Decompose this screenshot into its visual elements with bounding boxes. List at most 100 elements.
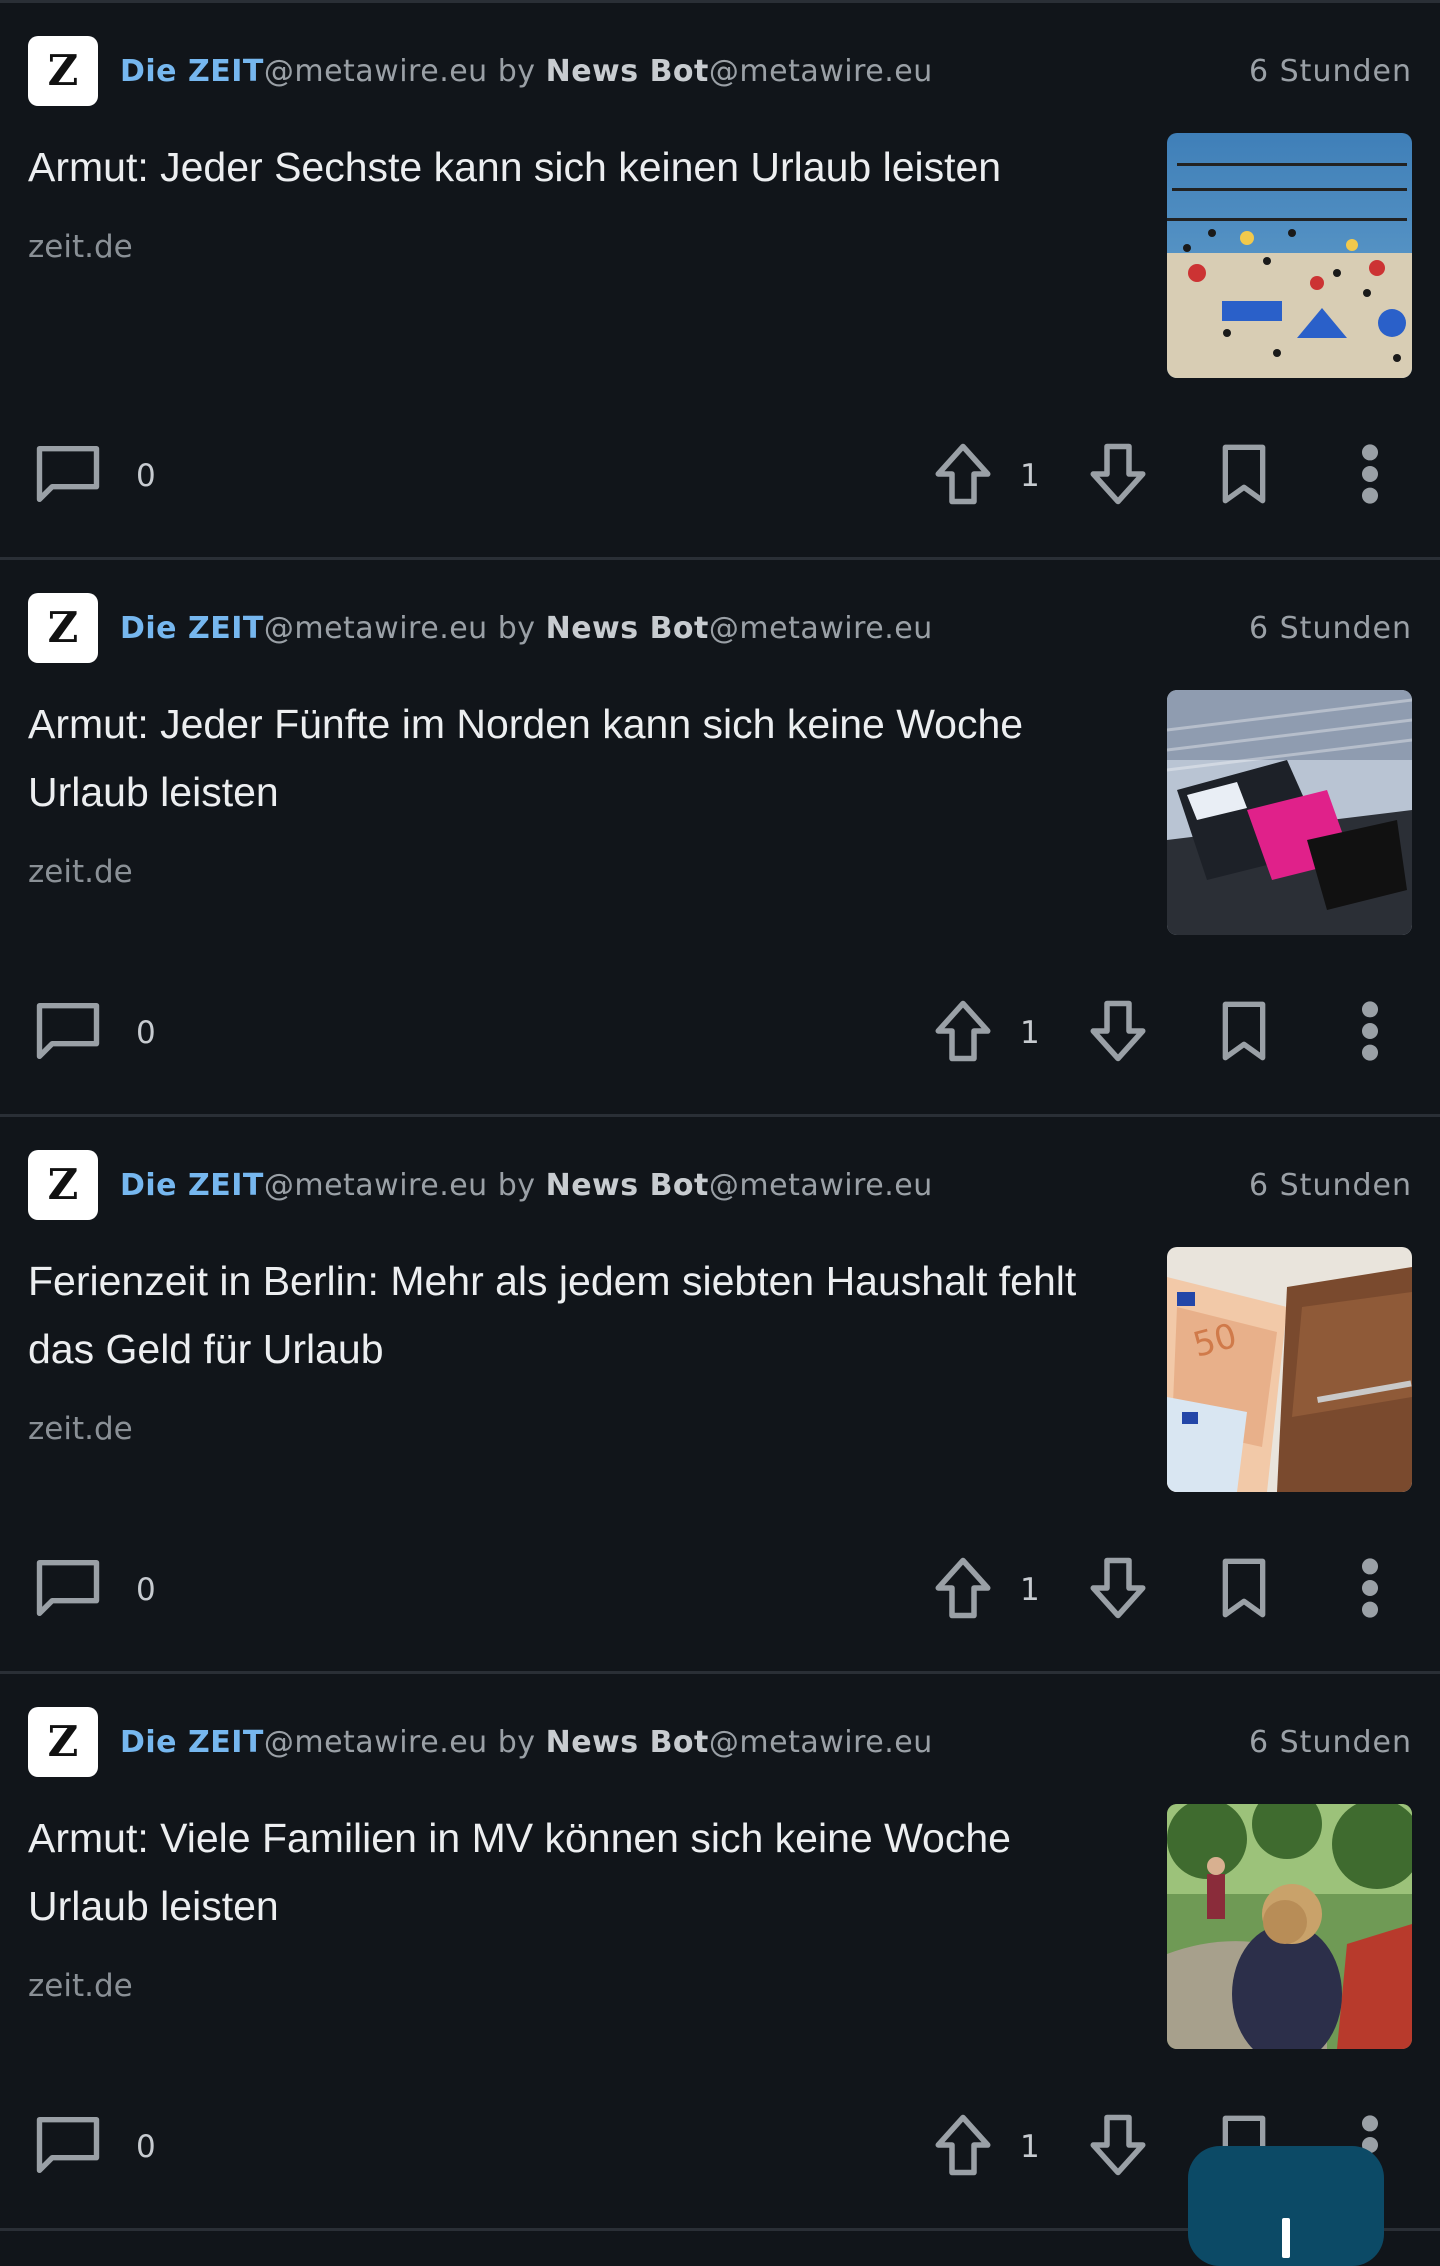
post-actions: 0 1 bbox=[0, 433, 1440, 519]
post-thumbnail[interactable] bbox=[1167, 1804, 1412, 2049]
comment-icon bbox=[30, 436, 106, 516]
bookmark-icon bbox=[1212, 994, 1276, 1072]
comments-button[interactable]: 0 bbox=[30, 1547, 156, 1633]
community-avatar[interactable]: Z bbox=[28, 1150, 98, 1220]
comment-count: 0 bbox=[136, 2129, 156, 2165]
downvote-button[interactable] bbox=[1085, 2104, 1151, 2190]
comments-button[interactable]: 0 bbox=[30, 990, 156, 1076]
upvote-button[interactable]: 1 bbox=[930, 1547, 1040, 1633]
comments-button[interactable]: 0 bbox=[30, 433, 156, 519]
post-time: 6 Stunden bbox=[1249, 1167, 1412, 1203]
post-header: Z Die ZEIT @metawire.eu by News Bot @metaw… bbox=[28, 1707, 1412, 1777]
post-byline: Die ZEIT @metawire.eu by News Bot @metawir… bbox=[120, 1150, 933, 1220]
author-name[interactable]: News Bot bbox=[546, 611, 709, 646]
bookmark-icon bbox=[1212, 1551, 1276, 1629]
downvote-arrow-icon bbox=[1085, 437, 1151, 515]
by-label: by bbox=[497, 53, 536, 89]
save-button[interactable] bbox=[1212, 1547, 1276, 1633]
post-domain[interactable]: zeit.de bbox=[28, 854, 133, 890]
post-card[interactable]: Z Die ZEIT @metawire.eu by News Bot @metaw… bbox=[0, 560, 1440, 1117]
comment-count: 0 bbox=[136, 458, 156, 494]
more-button[interactable] bbox=[1350, 433, 1390, 519]
upvote-arrow-icon bbox=[930, 437, 996, 515]
comments-button[interactable]: 0 bbox=[30, 2104, 156, 2190]
post-time: 6 Stunden bbox=[1249, 610, 1412, 646]
community-name[interactable]: Die ZEIT bbox=[120, 54, 264, 89]
upvote-count: 1 bbox=[1020, 1572, 1040, 1608]
comment-icon bbox=[30, 2107, 106, 2187]
comment-count: 0 bbox=[136, 1572, 156, 1608]
avatar-letter: Z bbox=[47, 603, 79, 652]
author-name[interactable]: News Bot bbox=[546, 1168, 709, 1203]
by-label: by bbox=[497, 1167, 536, 1203]
community-instance: @metawire.eu bbox=[263, 53, 488, 89]
post-time: 6 Stunden bbox=[1249, 53, 1412, 89]
post-domain[interactable]: zeit.de bbox=[28, 1968, 133, 2004]
comment-icon bbox=[30, 993, 106, 1073]
upvote-count: 1 bbox=[1020, 2129, 1040, 2165]
downvote-arrow-icon bbox=[1085, 994, 1151, 1072]
post-card[interactable]: Z Die ZEIT @metawire.eu by News Bot @metaw… bbox=[0, 1117, 1440, 1674]
author-instance: @metawire.eu bbox=[708, 53, 933, 89]
avatar-letter: Z bbox=[47, 46, 79, 95]
post-feed: Z Die ZEIT @metawire.eu by News Bot @metaw… bbox=[0, 0, 1440, 2231]
post-header: Z Die ZEIT @metawire.eu by News Bot @metaw… bbox=[28, 36, 1412, 106]
post-card[interactable]: Z Die ZEIT @metawire.eu by News Bot @metaw… bbox=[0, 3, 1440, 560]
community-instance: @metawire.eu bbox=[263, 610, 488, 646]
author-name[interactable]: News Bot bbox=[546, 54, 709, 89]
post-thumbnail[interactable] bbox=[1167, 690, 1412, 935]
plus-icon bbox=[1282, 2218, 1290, 2258]
upvote-arrow-icon bbox=[930, 994, 996, 1072]
upvote-button[interactable]: 1 bbox=[930, 990, 1040, 1076]
post-domain[interactable]: zeit.de bbox=[28, 1411, 133, 1447]
post-title[interactable]: Armut: Jeder Fünfte im Norden kann sich … bbox=[28, 690, 1118, 826]
community-name[interactable]: Die ZEIT bbox=[120, 1725, 264, 1760]
post-byline: Die ZEIT @metawire.eu by News Bot @metawir… bbox=[120, 36, 933, 106]
community-instance: @metawire.eu bbox=[263, 1167, 488, 1203]
by-label: by bbox=[497, 610, 536, 646]
author-instance: @metawire.eu bbox=[708, 610, 933, 646]
community-avatar[interactable]: Z bbox=[28, 593, 98, 663]
author-instance: @metawire.eu bbox=[708, 1724, 933, 1760]
upvote-button[interactable]: 1 bbox=[930, 433, 1040, 519]
bookmark-icon bbox=[1212, 437, 1276, 515]
post-actions: 0 1 bbox=[0, 990, 1440, 1076]
more-vertical-icon bbox=[1350, 994, 1390, 1072]
post-actions: 0 1 bbox=[0, 1547, 1440, 1633]
community-avatar[interactable]: Z bbox=[28, 36, 98, 106]
community-instance: @metawire.eu bbox=[263, 1724, 488, 1760]
save-button[interactable] bbox=[1212, 990, 1276, 1076]
community-name[interactable]: Die ZEIT bbox=[120, 1168, 264, 1203]
more-button[interactable] bbox=[1350, 990, 1390, 1076]
downvote-arrow-icon bbox=[1085, 2108, 1151, 2186]
more-button[interactable] bbox=[1350, 1547, 1390, 1633]
upvote-count: 1 bbox=[1020, 458, 1040, 494]
downvote-button[interactable] bbox=[1085, 990, 1151, 1076]
post-header: Z Die ZEIT @metawire.eu by News Bot @metaw… bbox=[28, 1150, 1412, 1220]
upvote-arrow-icon bbox=[930, 1551, 996, 1629]
author-name[interactable]: News Bot bbox=[546, 1725, 709, 1760]
post-domain[interactable]: zeit.de bbox=[28, 229, 133, 265]
by-label: by bbox=[497, 1724, 536, 1760]
avatar-letter: Z bbox=[47, 1717, 79, 1766]
post-title[interactable]: Ferienzeit in Berlin: Mehr als jedem sie… bbox=[28, 1247, 1118, 1383]
save-button[interactable] bbox=[1212, 433, 1276, 519]
upvote-button[interactable]: 1 bbox=[930, 2104, 1040, 2190]
avatar-letter: Z bbox=[47, 1160, 79, 1209]
post-header: Z Die ZEIT @metawire.eu by News Bot @metaw… bbox=[28, 593, 1412, 663]
post-title[interactable]: Armut: Viele Familien in MV können sich … bbox=[28, 1804, 1118, 1940]
create-post-fab[interactable] bbox=[1188, 2146, 1384, 2266]
community-name[interactable]: Die ZEIT bbox=[120, 611, 264, 646]
post-title[interactable]: Armut: Jeder Sechste kann sich keinen Ur… bbox=[28, 133, 1118, 201]
more-vertical-icon bbox=[1350, 437, 1390, 515]
community-avatar[interactable]: Z bbox=[28, 1707, 98, 1777]
downvote-button[interactable] bbox=[1085, 433, 1151, 519]
post-thumbnail[interactable]: 50 bbox=[1167, 1247, 1412, 1492]
upvote-count: 1 bbox=[1020, 1015, 1040, 1051]
post-thumbnail[interactable] bbox=[1167, 133, 1412, 378]
author-instance: @metawire.eu bbox=[708, 1167, 933, 1203]
downvote-button[interactable] bbox=[1085, 1547, 1151, 1633]
downvote-arrow-icon bbox=[1085, 1551, 1151, 1629]
more-vertical-icon bbox=[1350, 1551, 1390, 1629]
post-time: 6 Stunden bbox=[1249, 1724, 1412, 1760]
